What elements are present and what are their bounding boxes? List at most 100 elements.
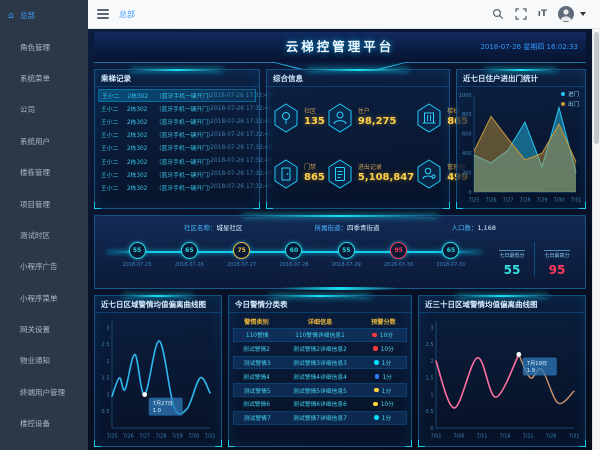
alarm-table-row: 110警情110警情详细信息110分 bbox=[233, 328, 407, 342]
chevron-down-icon[interactable] bbox=[580, 12, 586, 16]
legend-dot bbox=[561, 92, 565, 96]
resident-icon bbox=[327, 103, 353, 133]
timeline-node: 652018-07-31 bbox=[429, 242, 473, 268]
ride-record-row[interactable]: 王小二2栋302（蓝牙手机一键开门）2018-07-26 17:32:40 bbox=[98, 181, 256, 194]
ride-record-row[interactable]: 王小二2栋302（蓝牙手机一键开门）2018-07-26 17:32:40 bbox=[98, 154, 256, 167]
svg-text:7/30: 7/30 bbox=[188, 434, 199, 440]
week-min-score: 七日最低分55 bbox=[490, 242, 534, 277]
door-icon bbox=[273, 159, 299, 189]
sidebar: ⌂总部 角色管理 系统菜单 公司 系统用户 楼栋管理 项目管理 测试时区 小程序… bbox=[0, 0, 88, 450]
dashboard-header: 云梯控管理平台 2018-07-26 星期四 16:02:33 bbox=[94, 32, 586, 63]
svg-text:7/31: 7/31 bbox=[569, 434, 579, 440]
status-dot bbox=[374, 415, 379, 420]
sidebar-item-home[interactable]: ⌂总部 bbox=[0, 0, 88, 31]
sidebar-item-building-mgmt[interactable]: 楼栋管理 bbox=[0, 157, 88, 188]
tab-headquarters[interactable]: 总部 bbox=[119, 9, 135, 20]
scrollbar-thumb[interactable] bbox=[594, 32, 599, 144]
alarm-table-row: 测试警情7测试警情7详细信息71分 bbox=[233, 411, 407, 425]
svg-text:0: 0 bbox=[468, 190, 471, 196]
sidebar-item-gateway-settings[interactable]: 网关设置 bbox=[0, 314, 88, 345]
ride-record-row[interactable]: 王小二2栋302（蓝牙手机一键开门）2018-07-26 17:32:40 bbox=[98, 102, 256, 115]
svg-text:7/11: 7/11 bbox=[477, 434, 488, 440]
sidebar-item-miniapp-ads[interactable]: 小程序广告 bbox=[0, 251, 88, 282]
panel-title: 综合信息 bbox=[267, 70, 449, 87]
admin-icon bbox=[416, 159, 442, 189]
community-bar: 社区名称：城星社区 所属街道：四季青街道 人口数：1,168 552018-07… bbox=[94, 215, 586, 289]
panel-deviation-30d: 近三十日区域警情均值偏离曲线图 00.511.522.537/017/067/1… bbox=[418, 295, 586, 447]
timeline-node: 552018-07-25 bbox=[115, 242, 159, 268]
vertical-scrollbar[interactable] bbox=[592, 28, 600, 450]
sidebar-item-property-notice[interactable]: 物业通知 bbox=[0, 345, 88, 376]
sidebar-item-miniapp-menu[interactable]: 小程序菜单 bbox=[0, 283, 88, 314]
timeline-node: 652018-07-26 bbox=[167, 242, 211, 268]
status-dot bbox=[374, 388, 379, 393]
summary-grid: 社区135 住户98,275 楼栋865 门禁865 bbox=[267, 87, 449, 205]
svg-text:7/26: 7/26 bbox=[123, 434, 134, 440]
font-size-icon[interactable]: ıT bbox=[538, 8, 547, 20]
svg-text:7/28: 7/28 bbox=[520, 198, 531, 204]
avatar[interactable] bbox=[558, 6, 574, 22]
svg-text:800: 800 bbox=[462, 112, 472, 118]
svg-text:1.0: 1.0 bbox=[153, 408, 161, 414]
svg-text:7/06: 7/06 bbox=[454, 434, 465, 440]
community-info: 社区名称：城星社区 所属街道：四季青街道 人口数：1,168 bbox=[95, 216, 585, 232]
deviation-30d-line-chart: 00.511.522.537/017/067/117/167/217/267/3… bbox=[419, 313, 579, 441]
svg-text:1000: 1000 bbox=[459, 93, 472, 99]
svg-text:0.5: 0.5 bbox=[102, 409, 110, 415]
sidebar-item-elevator-devices[interactable]: 楼控设备 bbox=[0, 408, 88, 439]
svg-text:1: 1 bbox=[106, 392, 109, 398]
svg-text:1.5: 1.5 bbox=[102, 376, 110, 382]
status-dot bbox=[375, 374, 380, 379]
sidebar-item-test-timezone[interactable]: 测试时区 bbox=[0, 220, 88, 251]
svg-text:7/28: 7/28 bbox=[156, 434, 167, 440]
fullscreen-icon[interactable] bbox=[515, 8, 527, 20]
sidebar-item-system-menu[interactable]: 系统菜单 bbox=[0, 63, 88, 94]
svg-text:7/25: 7/25 bbox=[107, 434, 118, 440]
ride-record-row[interactable]: 王小二2栋302（蓝牙手机一键开门）2018-07-26 17:32:40 bbox=[98, 128, 256, 141]
home-icon: ⌂ bbox=[8, 11, 14, 21]
legend-item: 进门 bbox=[561, 90, 579, 98]
svg-text:3: 3 bbox=[106, 325, 109, 331]
community-name: 社区名称：城星社区 bbox=[184, 222, 243, 232]
status-dot bbox=[372, 333, 377, 338]
sidebar-item-system-users[interactable]: 系统用户 bbox=[0, 126, 88, 157]
svg-text:7/21: 7/21 bbox=[523, 434, 534, 440]
svg-text:7/26: 7/26 bbox=[546, 434, 557, 440]
timeline-node: 952018-07-30 bbox=[377, 242, 421, 268]
score-summary: 七日最低分55 七日最高分95 bbox=[490, 242, 579, 277]
app-window: ⌂总部 角色管理 系统菜单 公司 系统用户 楼栋管理 项目管理 测试时区 小程序… bbox=[0, 0, 600, 450]
panel-title: 近七日区域警情均值偏离曲线图 bbox=[95, 296, 221, 313]
alarm-table-row: 测试警情4测试警情4详细信息41分 bbox=[233, 369, 407, 383]
sidebar-item-company[interactable]: 公司 bbox=[0, 94, 88, 125]
svg-text:0.5: 0.5 bbox=[426, 409, 434, 415]
sidebar-item-end-user-mgmt[interactable]: 终端用户管理 bbox=[0, 377, 88, 408]
panel-title: 乘梯记录 bbox=[95, 70, 259, 87]
dashboard-row-top: 乘梯记录 王小二2栋302（蓝牙手机一键开门）2018-07-26 17:32:… bbox=[94, 69, 586, 209]
deviation-7d-line-chart: 0.511.522.537/257/267/277/287/297/307/31… bbox=[95, 313, 215, 441]
search-icon[interactable] bbox=[492, 8, 504, 20]
panel-title: 近七日住户进出门统计 bbox=[457, 70, 585, 87]
dashboard: 云梯控管理平台 2018-07-26 星期四 16:02:33 乘梯记录 王小二… bbox=[88, 28, 592, 450]
community-population: 人口数：1,168 bbox=[451, 222, 496, 232]
svg-text:7/01: 7/01 bbox=[431, 434, 442, 440]
ride-record-row[interactable]: 王小二2栋302（蓝牙手机一键开门）2018-07-26 17:32:40 bbox=[98, 115, 256, 128]
svg-text:7/25: 7/25 bbox=[469, 198, 480, 204]
sidebar-item-project-mgmt[interactable]: 项目管理 bbox=[0, 188, 88, 219]
records-icon bbox=[327, 159, 353, 189]
stat-io-records: 进出记录5,108,847 bbox=[325, 146, 414, 202]
svg-text:7/16: 7/16 bbox=[500, 434, 511, 440]
panel-deviation-7d: 近七日区域警情均值偏离曲线图 0.511.522.537/257/267/277… bbox=[94, 295, 222, 447]
ride-record-row[interactable]: 王小二2栋302（蓝牙手机一键开门）2018-07-26 17:32:40 bbox=[98, 141, 256, 154]
collapse-menu-icon[interactable] bbox=[97, 9, 109, 19]
svg-text:7月27日: 7月27日 bbox=[153, 400, 173, 407]
ride-record-row[interactable]: 王小二2栋302（蓝牙手机一键开门）2018-07-26 17:32:40 bbox=[98, 168, 256, 181]
svg-text:7/29: 7/29 bbox=[537, 198, 548, 204]
panel-alarm-table: 今日警情分类表 警情类别 详细信息 预警分数 110警情110警情详细信息110… bbox=[228, 295, 412, 447]
timeline-node: 752018-07-27 bbox=[220, 242, 264, 268]
svg-text:2.5: 2.5 bbox=[426, 342, 434, 348]
status-dot bbox=[374, 360, 379, 365]
sidebar-item-roles[interactable]: 角色管理 bbox=[0, 31, 88, 62]
ride-record-row[interactable]: 王小二2栋302（蓝牙手机一键开门）2018-07-26 17:32:40 bbox=[98, 89, 256, 102]
panel-ride-records: 乘梯记录 王小二2栋302（蓝牙手机一键开门）2018-07-26 17:32:… bbox=[94, 69, 260, 209]
timeline-node: 602018-07-28 bbox=[272, 242, 316, 268]
